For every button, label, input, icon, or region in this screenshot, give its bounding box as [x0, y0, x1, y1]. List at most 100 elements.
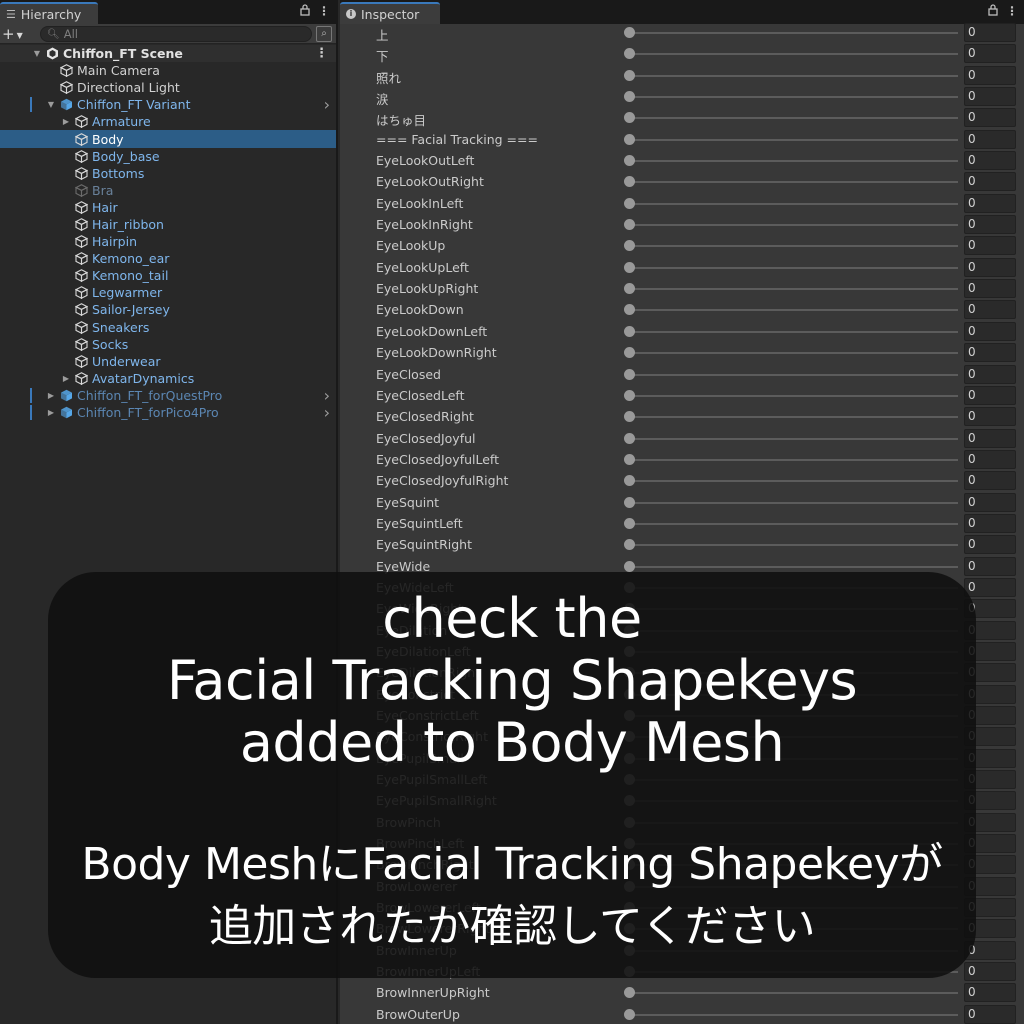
blendshape-slider-track[interactable] [630, 74, 958, 77]
blendshape-slider-track[interactable] [630, 352, 958, 355]
blendshape-value-field[interactable]: 0 [964, 23, 1016, 42]
blendshape-slider-thumb[interactable] [624, 197, 635, 209]
blendshape-slider-track[interactable] [630, 522, 958, 525]
blendshape-value-field[interactable]: 0 [964, 257, 1016, 277]
blendshape-slider-thumb[interactable] [624, 368, 635, 380]
blendshape-value-field[interactable]: 0 [964, 300, 1016, 320]
blendshape-value-field[interactable]: 0 [964, 407, 1016, 427]
blendshape-slider-track[interactable] [630, 544, 958, 547]
scene-row[interactable]: ▼ Chiffon_FT Scene ⋮ [0, 45, 336, 63]
blendshape-value-field[interactable]: 0 [964, 983, 1016, 1003]
tab-hierarchy[interactable]: ☰ Hierarchy [0, 2, 98, 24]
hierarchy-row[interactable]: Legwarmer [0, 284, 336, 301]
hierarchy-row[interactable]: Sneakers [0, 319, 336, 336]
blendshape-slider-track[interactable] [630, 330, 958, 333]
blendshape-slider-track[interactable] [630, 373, 958, 376]
lock-icon[interactable] [988, 4, 998, 19]
hierarchy-row[interactable]: Socks [0, 336, 336, 353]
scene-menu-icon[interactable]: ⋮ [315, 46, 328, 61]
foldout-collapsed-icon[interactable]: ▶ [61, 374, 71, 383]
blendshape-slider-track[interactable] [630, 138, 958, 141]
blendshape-slider-track[interactable] [630, 224, 958, 227]
blendshape-slider-thumb[interactable] [624, 304, 635, 316]
blendshape-value-field[interactable]: 0 [964, 343, 1016, 363]
blendshape-slider-track[interactable] [630, 181, 958, 184]
open-prefab-arrow-icon[interactable]: › [324, 95, 330, 114]
blendshape-value-field[interactable]: 0 [964, 535, 1016, 555]
blendshape-slider-thumb[interactable] [624, 411, 635, 423]
hierarchy-row[interactable]: Underwear [0, 353, 336, 370]
blendshape-slider-track[interactable] [630, 160, 958, 163]
blendshape-value-field[interactable]: 0 [964, 364, 1016, 384]
blendshape-slider-track[interactable] [630, 288, 958, 291]
blendshape-slider-track[interactable] [630, 458, 958, 461]
lock-icon[interactable] [300, 4, 310, 19]
blendshape-value-field[interactable]: 0 [964, 321, 1016, 341]
blendshape-value-field[interactable]: 0 [964, 172, 1016, 192]
blendshape-slider-track[interactable] [630, 480, 958, 483]
blendshape-slider-track[interactable] [630, 394, 958, 397]
tab-inspector[interactable]: i Inspector [340, 2, 440, 24]
blendshape-slider-thumb[interactable] [624, 347, 635, 359]
blendshape-value-field[interactable]: 0 [964, 1004, 1016, 1024]
foldout-collapsed-icon[interactable]: ▶ [61, 117, 71, 126]
blendshape-slider-thumb[interactable] [624, 283, 635, 295]
blendshape-value-field[interactable]: 0 [964, 215, 1016, 235]
blendshape-slider-thumb[interactable] [624, 475, 635, 487]
blendshape-value-field[interactable]: 0 [964, 385, 1016, 405]
foldout-expanded-icon[interactable]: ▼ [32, 49, 42, 58]
hierarchy-row[interactable]: ▶ Armature [0, 113, 336, 130]
hierarchy-row[interactable]: Kemono_tail [0, 267, 336, 284]
hierarchy-row[interactable]: ▶ Chiffon_FT_forQuestPro › [0, 386, 336, 405]
blendshape-slider-thumb[interactable] [624, 496, 635, 508]
blendshape-slider-track[interactable] [630, 53, 958, 56]
blendshape-slider-thumb[interactable] [624, 219, 635, 231]
blendshape-slider-track[interactable] [630, 501, 958, 504]
blendshape-slider-track[interactable] [630, 96, 958, 99]
blendshape-slider-thumb[interactable] [624, 176, 635, 188]
blendshape-slider-thumb[interactable] [624, 155, 635, 167]
hierarchy-row[interactable]: Hair_ribbon [0, 216, 336, 233]
blendshape-slider-track[interactable] [630, 202, 958, 205]
blendshape-slider-thumb[interactable] [624, 240, 635, 252]
hierarchy-row[interactable]: ▶ AvatarDynamics [0, 370, 336, 387]
blendshape-value-field[interactable]: 0 [964, 193, 1016, 213]
blendshape-slider-track[interactable] [630, 437, 958, 440]
hierarchy-row[interactable]: Body_base [0, 148, 336, 165]
kebab-menu-icon[interactable]: ⋮ [318, 4, 330, 19]
blendshape-slider-thumb[interactable] [624, 432, 635, 444]
hierarchy-row[interactable]: Kemono_ear [0, 250, 336, 267]
blendshape-slider-thumb[interactable] [624, 261, 635, 273]
open-prefab-arrow-icon[interactable]: › [324, 403, 330, 422]
blendshape-value-field[interactable]: 0 [964, 513, 1016, 533]
hierarchy-search-input[interactable]: 🔍︎ All [40, 26, 312, 42]
foldout-expanded-icon[interactable]: ▼ [46, 100, 56, 109]
blendshape-slider-track[interactable] [630, 117, 958, 120]
search-options-button[interactable]: ⌕ [316, 26, 332, 42]
hierarchy-row[interactable]: Body [0, 130, 336, 148]
blendshape-slider-track[interactable] [630, 1013, 958, 1016]
blendshape-slider-thumb[interactable] [624, 560, 635, 572]
blendshape-slider-thumb[interactable] [624, 539, 635, 551]
blendshape-slider-thumb[interactable] [624, 517, 635, 529]
blendshape-value-field[interactable]: 0 [964, 279, 1016, 299]
foldout-collapsed-icon[interactable]: ▶ [46, 391, 56, 400]
hierarchy-row[interactable]: Hairpin [0, 233, 336, 250]
blendshape-value-field[interactable]: 0 [964, 492, 1016, 512]
blendshape-value-field[interactable]: 0 [964, 129, 1016, 149]
blendshape-value-field[interactable]: 0 [964, 471, 1016, 491]
blendshape-slider-thumb[interactable] [624, 389, 635, 401]
blendshape-value-field[interactable]: 0 [964, 236, 1016, 256]
blendshape-value-field[interactable]: 0 [964, 962, 1016, 982]
blendshape-slider-thumb[interactable] [624, 453, 635, 465]
blendshape-slider-thumb[interactable] [624, 987, 635, 999]
blendshape-value-field[interactable]: 0 [964, 108, 1016, 128]
blendshape-slider-thumb[interactable] [624, 27, 635, 38]
blendshape-value-field[interactable]: 0 [964, 556, 1016, 576]
hierarchy-row[interactable]: Main Camera [0, 62, 336, 79]
blendshape-slider-thumb[interactable] [624, 69, 635, 81]
hierarchy-row[interactable]: ▼ Chiffon_FT Variant › [0, 95, 336, 114]
blendshape-value-field[interactable]: 0 [964, 44, 1016, 64]
add-object-button[interactable]: + ▼ [2, 25, 32, 43]
hierarchy-row[interactable]: Bra [0, 182, 336, 199]
